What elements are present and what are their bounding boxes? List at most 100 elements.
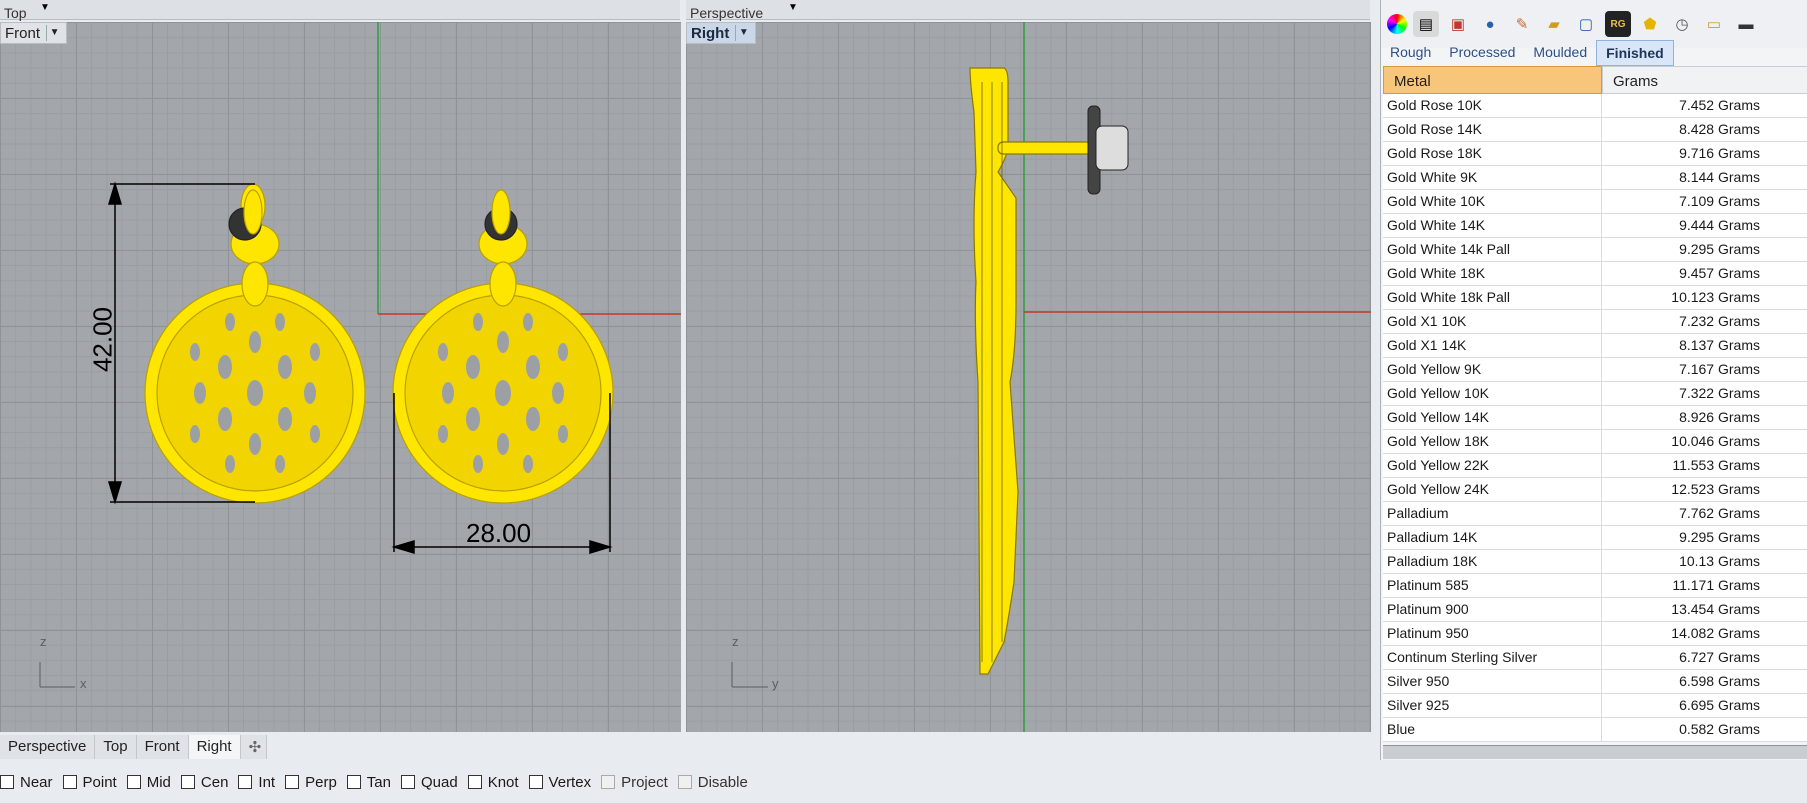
column-header-metal[interactable]: Metal [1383,66,1602,94]
horizontal-scrollbar[interactable] [1383,745,1807,759]
table-row[interactable]: Platinum 950 14.082 Grams [1383,622,1807,646]
table-row[interactable]: Platinum 900 13.454 Grams [1383,598,1807,622]
checkbox-icon[interactable] [400,775,415,789]
folder-icon[interactable]: ▰ [1541,11,1567,37]
checkbox-icon[interactable] [528,775,543,789]
osnap-vertex[interactable]: Vertex [528,774,591,791]
top-viewport-strip[interactable]: Top ▼ [0,0,680,21]
grams-cell: 9.295 Grams [1679,241,1760,257]
checkbox-icon[interactable] [238,775,253,789]
osnap-near[interactable]: Near [0,774,53,791]
table-row[interactable]: Gold Yellow 9K 7.167 Grams [1383,358,1807,382]
add-viewport-icon[interactable]: ✣ [240,735,267,759]
metal-cell: Gold Yellow 22K [1383,454,1602,477]
osnap-int[interactable]: Int [238,774,275,791]
viewport-tab-top[interactable]: Top [95,735,137,759]
osnap-knot[interactable]: Knot [467,774,519,791]
display-icon[interactable]: ▢ [1573,11,1599,37]
table-row[interactable]: Palladium 7.762 Grams [1383,502,1807,526]
table-row[interactable]: Gold Yellow 10K 7.322 Grams [1383,382,1807,406]
osnap-point[interactable]: Point [62,774,117,791]
right-viewport[interactable]: Right ▼ z y [686,22,1371,732]
checkbox-icon[interactable] [346,775,361,789]
pencil-icon[interactable]: ✎ [1509,11,1535,37]
checkbox-icon[interactable] [62,775,77,789]
layers-pin-icon[interactable]: ▣ [1445,11,1471,37]
axis-label-z: z [732,634,739,649]
table-row[interactable]: Gold White 9K 8.144 Grams [1383,166,1807,190]
table-row[interactable]: Gold Rose 10K 7.452 Grams [1383,94,1807,118]
monitor-icon[interactable]: ▬ [1733,11,1759,37]
notes-icon[interactable]: ▭ [1701,11,1727,37]
column-header-grams[interactable]: Grams [1602,66,1807,94]
table-row[interactable]: Blue 0.582 Grams [1383,718,1807,742]
osnap-disable: Disable [677,774,748,791]
viewport-tab-perspective[interactable]: Perspective [0,735,96,759]
metal-cell: Platinum 900 [1383,598,1602,621]
table-row[interactable]: Gold White 10K 7.109 Grams [1383,190,1807,214]
table-row[interactable]: Gold White 18K 9.457 Grams [1383,262,1807,286]
render-sphere-icon[interactable]: ● [1477,11,1503,37]
table-row[interactable]: Gold Yellow 22K 11.553 Grams [1383,454,1807,478]
table-row[interactable]: Silver 950 6.598 Grams [1383,670,1807,694]
tab-processed[interactable]: Processed [1440,40,1524,66]
osnap-quad[interactable]: Quad [400,773,458,791]
grams-cell: 10.046 Grams [1671,433,1760,449]
table-row[interactable]: Gold White 14k Pall 9.295 Grams [1383,238,1807,262]
viewport-tab-right[interactable]: Right [188,735,241,759]
osnap-tan[interactable]: Tan [346,774,391,791]
metal-cell: Palladium 18K [1383,550,1602,573]
front-viewport[interactable]: Front ▼ 42.00 28.00 z x [0,22,681,732]
metal-cell: Silver 925 [1383,694,1602,717]
osnap-bar: Near Point Mid Cen Int Perp Tan Quad Knot Vertex P… [0,770,758,794]
table-row[interactable]: Platinum 585 11.171 Grams [1383,574,1807,598]
tab-moulded[interactable]: Moulded [1524,40,1596,66]
table-row[interactable]: Gold Yellow 14K 8.926 Grams [1383,406,1807,430]
layers-icon[interactable]: ▤ [1413,11,1439,37]
axis-indicator [731,662,768,688]
metal-cell: Gold Yellow 14K [1383,406,1602,429]
table-row[interactable]: Palladium 14K 9.295 Grams [1383,526,1807,550]
table-row[interactable]: Gold White 18k Pall 10.123 Grams [1383,286,1807,310]
osnap-perp[interactable]: Perp [285,774,337,791]
grams-cell: 7.322 Grams [1679,385,1760,401]
grams-cell: 6.598 Grams [1679,673,1760,689]
osnap-mid[interactable]: Mid [126,774,171,791]
metal-cell: Palladium 14K [1383,526,1602,549]
osnap-cen[interactable]: Cen [180,774,228,791]
viewport-tab-front[interactable]: Front [136,735,189,759]
clock-icon[interactable]: ◷ [1669,11,1695,37]
top-viewport-label[interactable]: Top [4,5,27,21]
height-dimension-label: 42.00 [87,306,118,373]
tab-rough[interactable]: Rough [1381,40,1440,66]
perspective-viewport-strip[interactable]: Perspective ▼ [686,0,1370,21]
table-row[interactable]: Gold X1 14K 8.137 Grams [1383,334,1807,358]
grams-cell: 9.716 Grams [1679,145,1760,161]
grams-cell: 11.553 Grams [1672,457,1760,473]
weight-icon[interactable]: ⬟ [1637,11,1663,37]
chevron-down-icon[interactable]: ▼ [788,2,798,13]
table-row[interactable]: Gold Yellow 24K 12.523 Grams [1383,478,1807,502]
table-row[interactable]: Continum Sterling Silver 6.727 Grams [1383,646,1807,670]
checkbox-icon[interactable] [0,775,14,789]
grams-cell: 13.454 Grams [1671,601,1760,617]
rg-icon[interactable]: RG [1605,11,1631,37]
table-row[interactable]: Gold Rose 18K 9.716 Grams [1383,142,1807,166]
table-row[interactable]: Gold Rose 14K 8.428 Grams [1383,118,1807,142]
grams-cell: 6.695 Grams [1679,697,1760,713]
table-row[interactable]: Gold White 14K 9.444 Grams [1383,214,1807,238]
table-row[interactable]: Gold X1 10K 7.232 Grams [1383,310,1807,334]
checkbox-icon[interactable] [467,775,482,789]
osnap-label: Quad [420,773,458,791]
checkbox-icon[interactable] [126,775,141,789]
color-wheel-icon[interactable] [1387,14,1407,34]
checkbox-icon[interactable] [180,775,195,789]
table-row[interactable]: Palladium 18K 10.13 Grams [1383,550,1807,574]
grams-cell: 9.295 Grams [1679,529,1760,545]
tab-finished[interactable]: Finished [1596,40,1674,66]
table-row[interactable]: Silver 925 6.695 Grams [1383,694,1807,718]
perspective-viewport-label[interactable]: Perspective [690,5,763,21]
checkbox-icon[interactable] [285,775,300,789]
table-row[interactable]: Gold Yellow 18K 10.046 Grams [1383,430,1807,454]
chevron-down-icon[interactable]: ▼ [40,2,50,13]
